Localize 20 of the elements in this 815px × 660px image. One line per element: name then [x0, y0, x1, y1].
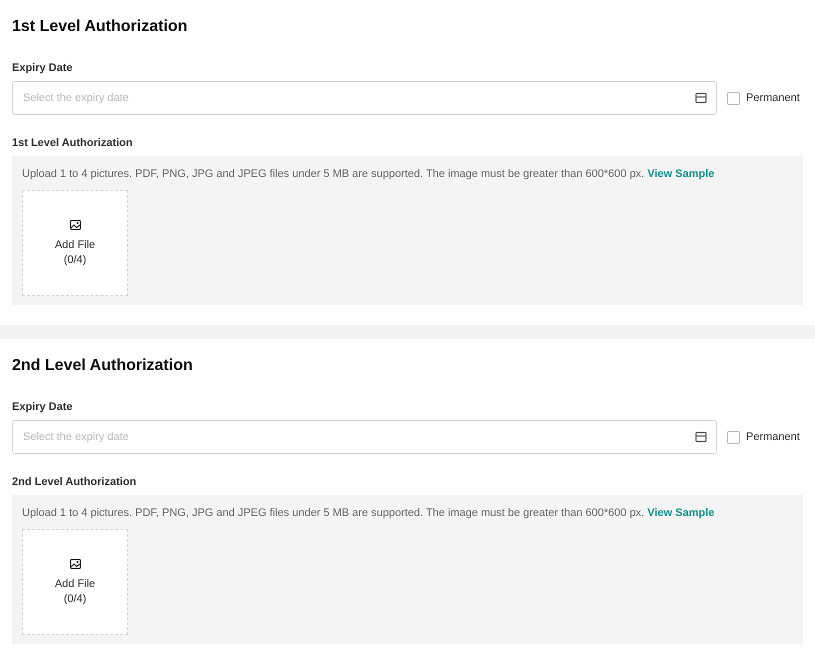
calendar-icon	[695, 431, 707, 443]
date-field[interactable]: Select the expiry date	[12, 81, 717, 115]
image-icon	[70, 559, 80, 569]
section-title: 2nd Level Authorization	[12, 357, 194, 375]
permanent-label: Permanent	[746, 92, 800, 104]
upload-hint: Upload 1 to 4 pictures. PDF, PNG, JPG and JPEG files under 5 MB are supported. The image must be greater than 600*600 px. View Sample	[22, 507, 716, 519]
field-label: Expiry Date	[12, 62, 74, 74]
add-file-button[interactable]: Add File (0/4)	[22, 190, 128, 296]
field-label: 1st Level Authorization	[12, 137, 134, 149]
field-label: Expiry Date	[12, 401, 74, 413]
section-title: 1st Level Authorization	[12, 18, 188, 36]
calendar-icon	[695, 92, 707, 104]
date-field[interactable]: Select the expiry date	[12, 420, 717, 454]
permanent-checkbox[interactable]	[727, 92, 740, 104]
upload-hint: Upload 1 to 4 pictures. PDF, PNG, JPG and JPEG files under 5 MB are supported. The image must be greater than 600*600 px. View Sample	[22, 168, 716, 180]
image-icon	[70, 220, 80, 230]
permanent-checkbox[interactable]	[727, 430, 740, 444]
permanent-label: Permanent	[746, 431, 800, 443]
field-label: 2nd Level Authorization	[12, 476, 138, 488]
add-file-button[interactable]: Add File (0/4)	[22, 529, 128, 635]
